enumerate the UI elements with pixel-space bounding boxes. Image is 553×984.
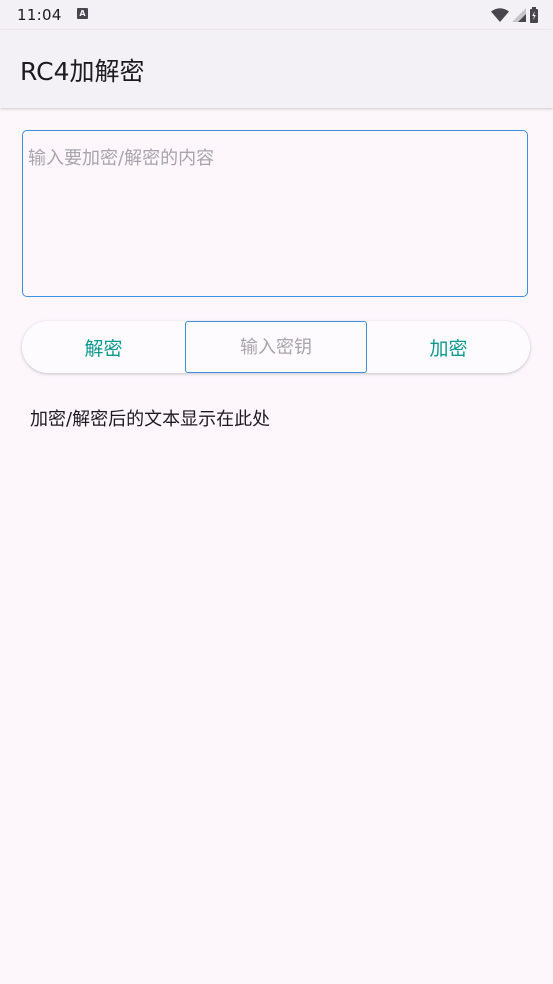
status-time: 11:04 — [17, 6, 62, 24]
key-input-box[interactable] — [185, 321, 367, 373]
battery-icon — [530, 7, 538, 23]
status-bar: 11:04 A — [0, 0, 553, 30]
a-icon: A — [77, 8, 88, 19]
status-icons — [491, 7, 539, 23]
encrypt-button[interactable]: 加密 — [367, 321, 530, 373]
key-input[interactable] — [186, 322, 366, 372]
cellular-signal-icon — [512, 8, 526, 22]
action-bar: 解密 加密 — [22, 321, 530, 373]
app-title: RC4加解密 — [20, 57, 145, 86]
result-text: 加密/解密后的文本显示在此处 — [30, 409, 271, 430]
content-input[interactable] — [23, 131, 527, 296]
content-input-box[interactable] — [22, 130, 528, 297]
wifi-icon — [491, 8, 509, 22]
app-bar: RC4加解密 — [0, 30, 553, 108]
decrypt-button[interactable]: 解密 — [22, 321, 185, 373]
